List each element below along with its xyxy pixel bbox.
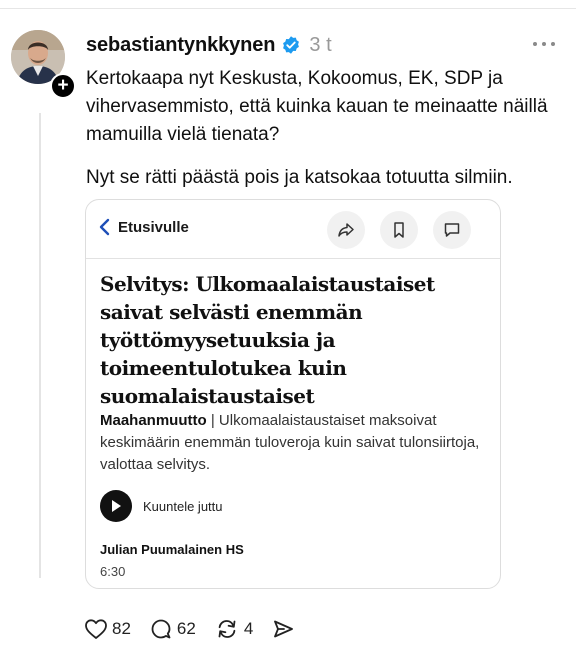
reply-icon (151, 619, 171, 639)
back-button[interactable]: Etusivulle (98, 218, 189, 236)
article-category: Maahanmuutto (100, 412, 207, 429)
post-paragraph-1: Kertokaapa nyt Keskusta, Kokoomus, EK, S… (86, 68, 548, 145)
repost-count: 4 (243, 619, 254, 638)
send-button[interactable] (271, 617, 295, 641)
repost-icon (218, 620, 236, 638)
play-icon (100, 490, 132, 522)
share-icon (338, 223, 354, 237)
heart-icon (85, 619, 107, 639)
share-button[interactable] (327, 211, 365, 249)
more-icon[interactable] (526, 36, 562, 52)
post-text: Kertokaapa nyt Keskusta, Kokoomus, EK, S… (86, 65, 566, 192)
top-divider (0, 8, 576, 9)
article-duration: 6:30 (100, 564, 126, 579)
reply-button[interactable]: 62 (149, 617, 196, 641)
verified-icon (283, 36, 300, 54)
article-toolbar: Etusivulle (86, 200, 500, 258)
bookmark-icon (394, 222, 404, 238)
username[interactable]: sebastiantynkkynen (86, 34, 276, 57)
category-separator: | (206, 412, 219, 429)
reply-count: 62 (176, 619, 196, 638)
article-card[interactable]: Etusivulle Selvitys: Ulkomaalaistaustais… (85, 199, 501, 589)
send-icon (274, 620, 294, 638)
like-count: 82 (112, 619, 131, 638)
thread-line (39, 113, 41, 578)
follow-plus-icon[interactable]: + (50, 73, 76, 99)
like-button[interactable]: 82 (84, 618, 131, 640)
card-divider (86, 258, 500, 259)
listen-label: Kuuntele juttu (143, 498, 223, 514)
post-header: sebastiantynkkynen 3 t (86, 31, 332, 59)
post-time: 3 t (309, 33, 332, 56)
comment-button[interactable] (433, 211, 471, 249)
back-chevron-icon (99, 218, 110, 236)
bookmark-button[interactable] (380, 211, 418, 249)
post-paragraph-2: Nyt se rätti päästä pois ja katsokaa tot… (86, 167, 513, 188)
repost-button[interactable]: 4 (214, 617, 253, 641)
comment-icon (444, 223, 460, 237)
article-headline[interactable]: Selvitys: Ulkomaalaistaustaiset saivat s… (100, 270, 490, 410)
article-author: Julian Puumalainen HS (100, 542, 244, 557)
listen-button[interactable]: Kuuntele juttu (100, 490, 223, 522)
article-lead: Maahanmuutto | Ulkomaalaistaustaiset mak… (100, 410, 490, 476)
back-label: Etusivulle (118, 218, 189, 236)
action-bar: 82 62 4 (84, 615, 313, 643)
